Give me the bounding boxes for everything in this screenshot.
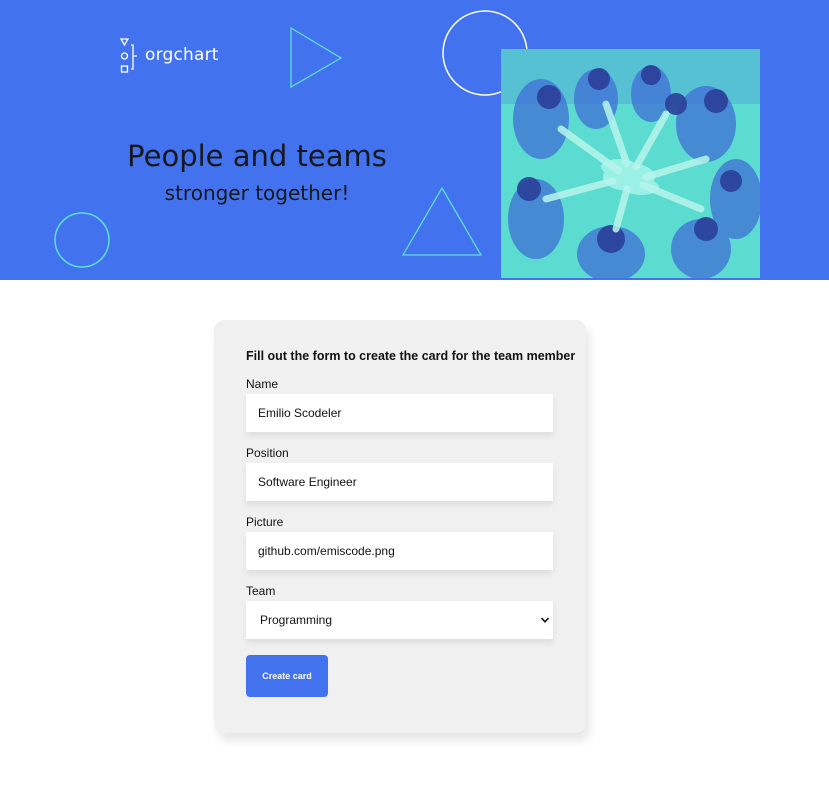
team-select-value: Programming bbox=[260, 613, 333, 627]
team-hands-together-photo bbox=[501, 49, 760, 278]
name-label: Name bbox=[246, 377, 279, 391]
orgchart-logo-icon bbox=[120, 38, 137, 73]
picture-field[interactable] bbox=[246, 532, 553, 570]
decorative-triangle-right bbox=[290, 26, 343, 89]
page-subtitle: stronger together! bbox=[164, 181, 350, 205]
team-label: Team bbox=[246, 584, 276, 598]
form-heading: Fill out the form to create the card for… bbox=[246, 349, 576, 363]
decorative-circle-left bbox=[54, 212, 110, 268]
chevron-down-icon bbox=[540, 617, 550, 623]
name-field[interactable] bbox=[246, 394, 553, 432]
page-title: People and teams bbox=[127, 139, 387, 173]
team-member-form: Fill out the form to create the card for… bbox=[214, 320, 586, 733]
team-select[interactable]: Programming bbox=[246, 601, 553, 639]
position-field[interactable] bbox=[246, 463, 553, 501]
decorative-triangle-up bbox=[401, 186, 483, 256]
logo[interactable]: orgchart bbox=[120, 38, 219, 74]
position-label: Position bbox=[246, 446, 289, 460]
hero-banner: orgchart People and teams stronger toget… bbox=[0, 0, 829, 280]
logo-text: orgchart bbox=[145, 45, 219, 65]
create-card-button[interactable]: Create card bbox=[246, 655, 328, 697]
picture-label: Picture bbox=[246, 515, 284, 529]
